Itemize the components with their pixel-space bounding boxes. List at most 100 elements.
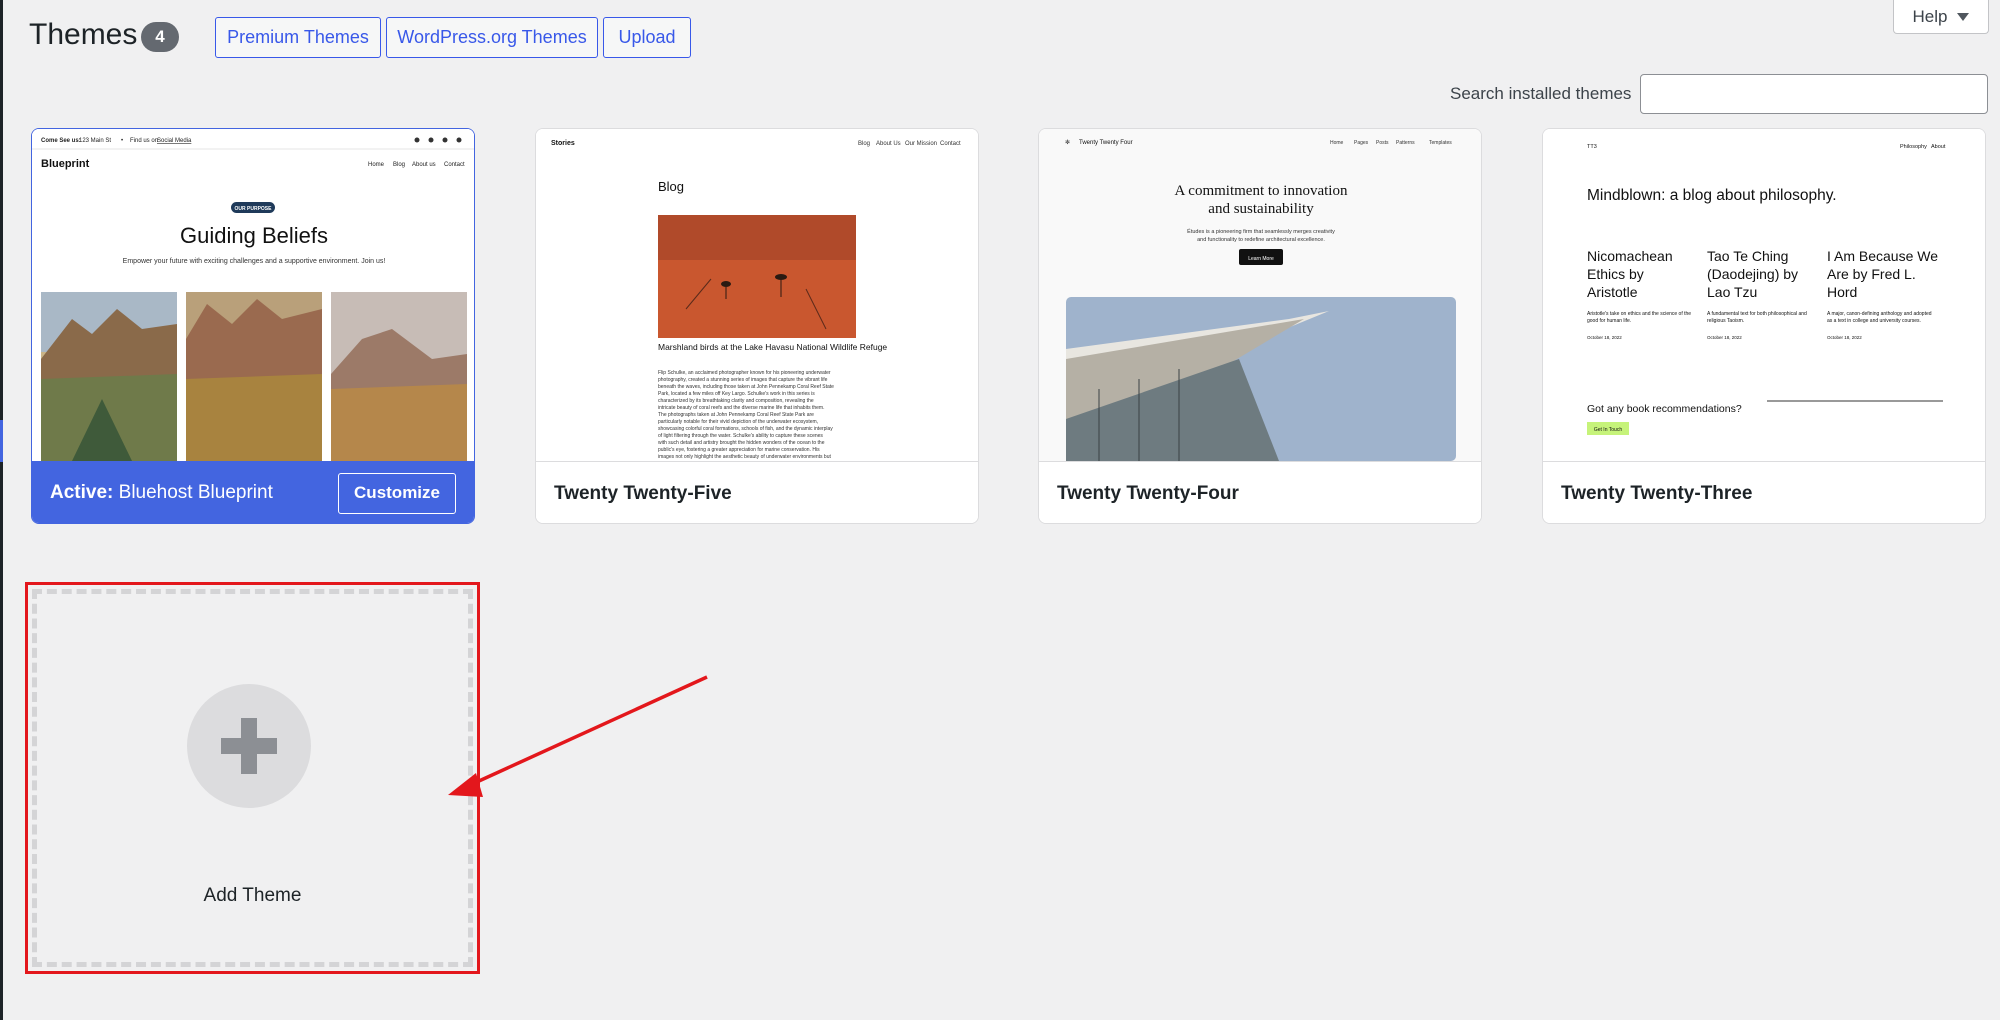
preview-body-line: Park, located a few miles off Key Largo.… bbox=[658, 391, 815, 397]
preview-post-excerpt: A fundamental text for both philosophica… bbox=[1707, 311, 1807, 317]
preview-heading: Guiding Beliefs bbox=[180, 223, 328, 248]
preview-post-excerpt: good for human life. bbox=[1587, 318, 1631, 324]
blueprint-preview: Come See us: 123 Main St • Find us on So… bbox=[32, 129, 474, 461]
theme-card-bluehost-blueprint[interactable]: Come See us: 123 Main St • Find us on So… bbox=[31, 128, 475, 524]
help-tab[interactable]: Help bbox=[1893, 0, 1989, 34]
preview-body-line: intricate beauty of coral reefs and the … bbox=[658, 405, 824, 411]
preview-heading-line: A commitment to innovation bbox=[1175, 183, 1348, 199]
twenty-twenty-four-preview: ✻ Twenty Twenty Four Home Pages Posts Pa… bbox=[1039, 129, 1481, 461]
preview-post-date: October 18, 2022 bbox=[1587, 335, 1622, 340]
preview-body-line: showcasing colorful coral formations, sc… bbox=[658, 426, 833, 432]
preview-nav-item: Our Mission bbox=[905, 141, 937, 147]
theme-name: Twenty Twenty-Five bbox=[554, 482, 732, 504]
preview-post-title: Tao Te Ching bbox=[1707, 248, 1788, 264]
theme-count-badge: 4 bbox=[141, 22, 179, 52]
preview-post-excerpt: A major, canon-defining anthology and ad… bbox=[1827, 311, 1932, 317]
preview-heading: Blog bbox=[658, 179, 684, 194]
caret-down-icon bbox=[1957, 12, 1970, 21]
theme-screenshot[interactable]: Stories Blog About Us Our Mission Contac… bbox=[536, 129, 978, 461]
preview-body-line: Flip Schulke, an acclaimed photographer … bbox=[658, 370, 831, 376]
preview-subheading-line: and functionality to redefine architectu… bbox=[1197, 237, 1325, 243]
preview-badge-label: OUR PURPOSE bbox=[235, 206, 273, 212]
theme-name: Twenty Twenty-Three bbox=[1561, 482, 1753, 504]
theme-name: Twenty Twenty-Four bbox=[1057, 482, 1239, 504]
admin-sidebar-edge bbox=[0, 0, 3, 1020]
preview-subheading-line: Études is a pioneering firm that seamles… bbox=[1187, 228, 1335, 235]
theme-screenshot[interactable]: ✻ Twenty Twenty Four Home Pages Posts Pa… bbox=[1039, 129, 1481, 461]
social-icon bbox=[414, 137, 420, 143]
preview-site-title: Blueprint bbox=[41, 158, 90, 170]
preview-tagline: Empower your future with exciting challe… bbox=[123, 258, 386, 265]
wordpress-org-themes-button[interactable]: WordPress.org Themes bbox=[386, 17, 598, 58]
theme-screenshot[interactable]: Come See us: 123 Main St • Find us on So… bbox=[32, 129, 474, 461]
upload-button[interactable]: Upload bbox=[603, 17, 691, 58]
social-icon bbox=[456, 137, 462, 143]
preview-heading: Mindblown: a blog about philosophy. bbox=[1587, 187, 1837, 204]
svg-text:✻: ✻ bbox=[1065, 139, 1070, 146]
desert-photo bbox=[41, 292, 177, 461]
add-theme-circle[interactable] bbox=[187, 684, 311, 808]
active-prefix: Active: bbox=[50, 482, 114, 503]
preview-post-title: (Daodejing) by bbox=[1707, 266, 1798, 282]
preview-topbar-address: 123 Main St bbox=[79, 138, 111, 144]
preview-post-title: Aristotle bbox=[1587, 284, 1638, 300]
preview-nav-item: Patterns bbox=[1396, 140, 1415, 146]
add-theme-label: Add Theme bbox=[203, 885, 302, 906]
preview-cta-button-label: Get In Touch bbox=[1594, 427, 1622, 433]
preview-body-line: beneath the waves, including those taken… bbox=[658, 384, 834, 390]
add-theme-card[interactable]: Add Theme bbox=[25, 582, 480, 974]
desert-photo bbox=[186, 292, 322, 461]
preview-post-title: Lao Tzu bbox=[1707, 284, 1757, 300]
preview-post-date: October 18, 2022 bbox=[1707, 335, 1742, 340]
annotation-arrow-line bbox=[467, 675, 708, 788]
preview-post-title: I Am Because We bbox=[1827, 248, 1938, 264]
twenty-twenty-five-preview: Stories Blog About Us Our Mission Contac… bbox=[536, 129, 978, 461]
social-icon bbox=[442, 137, 448, 143]
premium-themes-button[interactable]: Premium Themes bbox=[215, 17, 381, 58]
theme-card-twenty-twenty-five[interactable]: Stories Blog About Us Our Mission Contac… bbox=[535, 128, 979, 524]
theme-screenshot[interactable]: TT3 Philosophy About Mindblown: a blog a… bbox=[1543, 129, 1985, 461]
preview-post-title: Nicomachean bbox=[1587, 248, 1673, 264]
preview-nav-item: Templates bbox=[1429, 140, 1452, 146]
customize-button[interactable]: Customize bbox=[338, 472, 456, 514]
preview-body-line: The photographs taken at John Pennekamp … bbox=[658, 412, 814, 418]
preview-nav-item: Contact bbox=[940, 141, 961, 147]
search-themes-input[interactable] bbox=[1640, 74, 1988, 114]
preview-body-line: of light filtering through the water. Sc… bbox=[658, 433, 823, 439]
preview-nav-item: Contact bbox=[444, 162, 465, 168]
svg-text:•: • bbox=[121, 138, 123, 144]
preview-topbar-find: Find us on bbox=[130, 138, 158, 144]
preview-caption: Marshland birds at the Lake Havasu Natio… bbox=[658, 342, 887, 352]
theme-name: Active: Bluehost Blueprint bbox=[50, 482, 273, 504]
theme-card-twenty-twenty-three[interactable]: TT3 Philosophy About Mindblown: a blog a… bbox=[1542, 128, 1986, 524]
preview-nav-item: About us bbox=[412, 162, 436, 168]
preview-site-title: Twenty Twenty Four bbox=[1079, 140, 1133, 146]
preview-nav-item: About Us bbox=[876, 141, 901, 147]
preview-body-line: characterized by its breathtaking clarit… bbox=[658, 398, 814, 404]
theme-footer: Active: Bluehost Blueprint Customize bbox=[32, 461, 474, 523]
preview-button-label: Learn More bbox=[1248, 256, 1274, 262]
preview-post-date: October 18, 2022 bbox=[1827, 335, 1862, 340]
preview-site-title: TT3 bbox=[1587, 144, 1597, 150]
theme-footer: Twenty Twenty-Four bbox=[1039, 461, 1481, 523]
search-label: Search installed themes bbox=[1450, 84, 1632, 103]
preview-body-line: photography, created a stunning series o… bbox=[658, 377, 828, 383]
theme-footer: Twenty Twenty-Five bbox=[536, 461, 978, 523]
preview-nav-item: Blog bbox=[393, 162, 405, 168]
preview-nav-item: Philosophy bbox=[1900, 144, 1927, 150]
preview-nav-item: Posts bbox=[1376, 140, 1389, 146]
preview-heading-line: and sustainability bbox=[1208, 201, 1314, 217]
admin-menu-indicator bbox=[0, 420, 3, 462]
preview-cta: Got any book recommendations? bbox=[1587, 403, 1742, 415]
preview-topbar-label: Come See us: bbox=[41, 138, 81, 144]
preview-nav-item: Home bbox=[1330, 140, 1344, 146]
active-theme-name: Bluehost Blueprint bbox=[118, 482, 273, 503]
preview-body-line: public's eye, fostering a greater apprec… bbox=[658, 447, 820, 453]
architecture-photo bbox=[1066, 297, 1456, 461]
preview-post-excerpt: Aristotle's take on ethics and the scien… bbox=[1587, 311, 1691, 317]
preview-site-title: Stories bbox=[551, 140, 575, 147]
theme-card-twenty-twenty-four[interactable]: ✻ Twenty Twenty Four Home Pages Posts Pa… bbox=[1038, 128, 1482, 524]
preview-nav-item: About bbox=[1931, 144, 1946, 150]
preview-body-line: with such detail and artistry brought th… bbox=[658, 440, 825, 446]
birds-photo bbox=[658, 215, 856, 338]
